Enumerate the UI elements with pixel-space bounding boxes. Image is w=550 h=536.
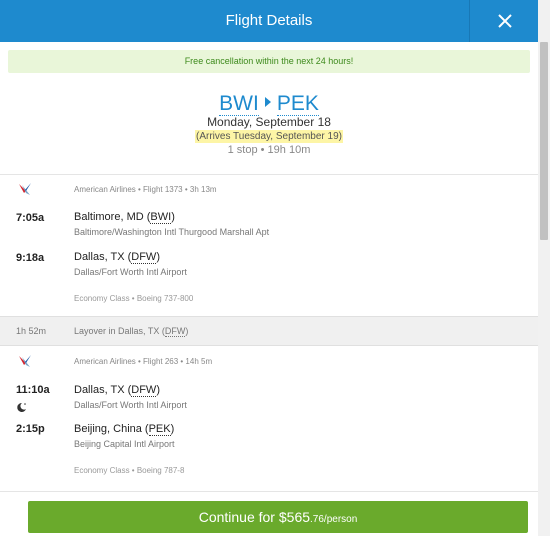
departure-time: 11:10a xyxy=(16,384,50,396)
departure-airport: Baltimore/Washington Intl Thurgood Marsh… xyxy=(74,227,270,237)
arrival-date-note: (Arrives Tuesday, September 19) xyxy=(195,130,343,143)
route-arrow-icon xyxy=(264,97,271,107)
layover-row: 1h 52m Layover in Dallas, TX (DFW) xyxy=(0,316,538,346)
scrollbar[interactable] xyxy=(538,0,550,536)
airport-code[interactable]: DFW xyxy=(131,384,157,397)
free-cancellation-notice: Free cancellation within the next 24 hou… xyxy=(8,50,530,73)
close-icon xyxy=(498,14,512,28)
american-airlines-logo-icon xyxy=(19,183,31,195)
departure-city: Baltimore, MD (BWI) xyxy=(74,211,175,224)
header-bar: Flight Details xyxy=(0,0,538,42)
layover-location: Layover in Dallas, TX (DFW) xyxy=(74,326,189,337)
american-airlines-logo-icon xyxy=(19,355,31,367)
arrival-airport: Dallas/Fort Worth Intl Airport xyxy=(74,267,187,277)
close-button[interactable] xyxy=(469,0,538,42)
destination-code[interactable]: PEK xyxy=(276,92,319,116)
layover-duration: 1h 52m xyxy=(16,326,47,336)
price-per-person: .76/person xyxy=(310,514,358,525)
arrival-city: Beijing, China (PEK) xyxy=(74,423,175,436)
airport-code[interactable]: BWI xyxy=(150,211,172,224)
flight-details-content: Free cancellation within the next 24 hou… xyxy=(0,42,538,491)
departure-time: 7:05a xyxy=(16,212,45,224)
airport-code[interactable]: DFW xyxy=(131,251,157,264)
airport-code[interactable]: PEK xyxy=(148,423,171,436)
arrival-city: Dallas, TX (DFW) xyxy=(74,251,160,264)
departure-date: Monday, September 18 xyxy=(207,115,331,129)
arrival-airport: Beijing Capital Intl Airport xyxy=(74,439,175,449)
trip-summary: 1 stop • 19h 10m xyxy=(227,144,311,156)
continue-button[interactable]: Continue for $565.76/person xyxy=(28,501,528,533)
airport-code[interactable]: DFW xyxy=(164,326,186,337)
overnight-moon-icon xyxy=(17,402,26,412)
footer-bar: Continue for $565.76/person xyxy=(0,491,538,536)
origin-code[interactable]: BWI xyxy=(219,92,259,116)
airline-info: American Airlines • Flight 263 • 14h 5m xyxy=(74,357,213,366)
arrival-time: 2:15p xyxy=(16,423,45,435)
airline-info: American Airlines • Flight 1373 • 3h 13m xyxy=(74,185,217,194)
flight-segment: American Airlines • Flight 263 • 14h 5m … xyxy=(0,347,538,487)
scrollbar-thumb[interactable] xyxy=(540,42,548,240)
flight-segment: American Airlines • Flight 1373 • 3h 13m… xyxy=(0,174,538,316)
cabin-aircraft: Economy Class • Boeing 737-800 xyxy=(74,294,194,303)
page-title: Flight Details xyxy=(225,12,313,29)
cabin-aircraft: Economy Class • Boeing 787-8 xyxy=(74,466,185,475)
departure-airport: Dallas/Fort Worth Intl Airport xyxy=(74,400,187,410)
departure-city: Dallas, TX (DFW) xyxy=(74,384,160,397)
price: $565 xyxy=(278,509,311,525)
arrival-time: 9:18a xyxy=(16,252,45,264)
